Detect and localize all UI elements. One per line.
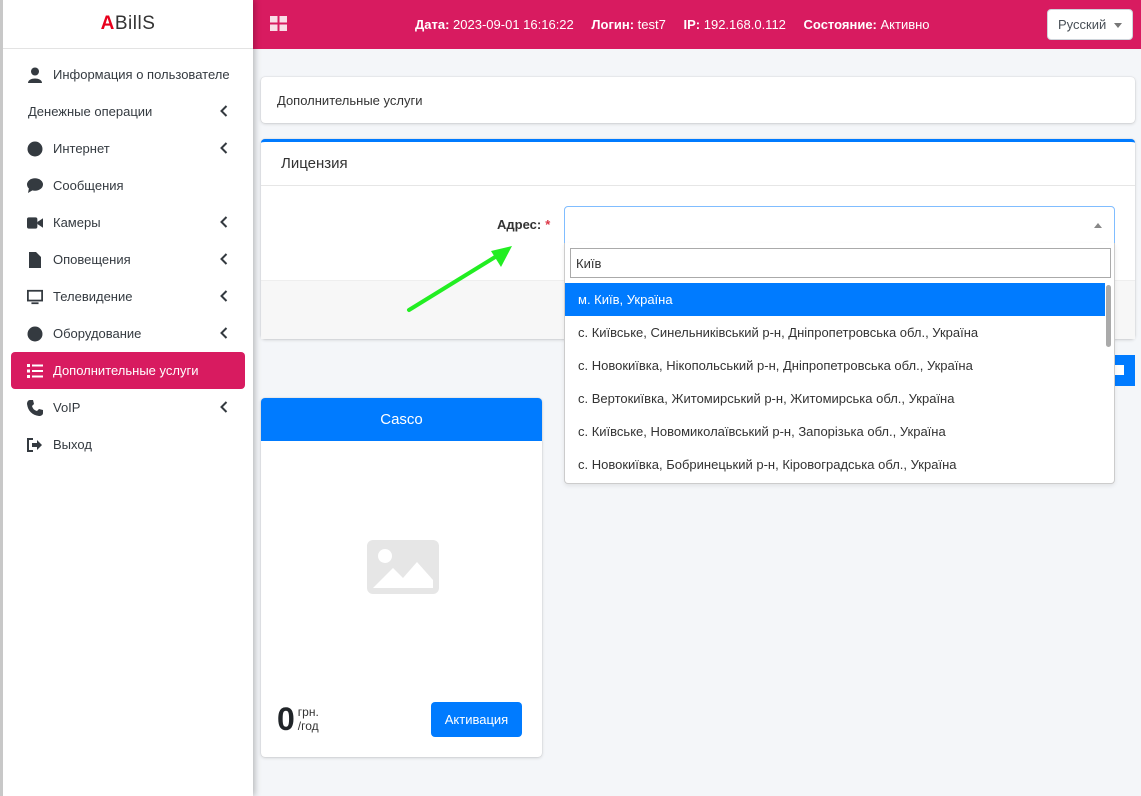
sidebar-item-label: Оповещения: [53, 252, 131, 267]
price-unit: грн. /год: [298, 705, 319, 733]
sidebar-item-label: Выход: [53, 437, 92, 452]
session-info: Дата: 2023-09-01 16:16:22 Логин: test7 I…: [415, 17, 944, 32]
address-dropdown: м. Київ, Україна с. Київське, Синельникі…: [564, 243, 1115, 484]
address-search-input[interactable]: [570, 248, 1111, 278]
sidebar-item-label: Сообщения: [53, 178, 124, 193]
sidebar-item-logout[interactable]: Выход: [11, 426, 245, 463]
sidebar-item-label: Камеры: [53, 215, 101, 230]
sidebar-item-cameras[interactable]: Камеры: [11, 204, 245, 241]
tv-icon: [27, 289, 43, 305]
sidebar-item-user-info[interactable]: Информация о пользователе: [11, 56, 245, 93]
address-select[interactable]: [564, 206, 1115, 244]
sidebar-item-label: Интернет: [53, 141, 110, 156]
login-label: Логин:: [591, 17, 635, 32]
language-select[interactable]: Русский: [1047, 9, 1133, 40]
sidebar-item-voip[interactable]: VoIP: [11, 389, 245, 426]
brand-logo-letter: A: [100, 13, 115, 34]
chevron-left-icon: [217, 141, 231, 155]
breadcrumb-text: Дополнительные услуги: [277, 92, 423, 108]
address-options-list: м. Київ, Україна с. Київське, Синельникі…: [565, 283, 1105, 481]
phone-icon: [27, 399, 43, 416]
sign-out-icon: [27, 437, 43, 453]
file-icon: [27, 251, 43, 268]
chevron-left-icon: [217, 326, 231, 340]
price-period: /год: [297, 719, 319, 733]
address-option[interactable]: с. Київське, Синельниківський р-н, Дніпр…: [565, 316, 1105, 349]
product-title: Casco: [261, 398, 542, 441]
chevron-left-icon: [217, 252, 231, 266]
chevron-left-icon: [217, 289, 231, 303]
product-card: Casco 0 грн. /год Активация: [261, 398, 542, 757]
chevron-left-icon: [217, 400, 231, 414]
address-label: Адрес: *: [497, 217, 550, 232]
state-label: Состояние:: [803, 17, 877, 32]
caret-down-icon: [1114, 23, 1122, 28]
sidebar: A BillS Информация о пользователе Денежны…: [0, 0, 253, 796]
circle-icon: [27, 326, 43, 342]
dropdown-scrollbar[interactable]: [1106, 285, 1111, 347]
comment-icon: [27, 178, 43, 194]
product-name: Casco: [380, 411, 423, 428]
annotation-arrow-icon: [407, 246, 512, 312]
required-mark: *: [545, 217, 551, 232]
language-value: Русский: [1058, 17, 1107, 32]
price-currency: грн.: [297, 705, 319, 719]
video-icon: [27, 215, 43, 231]
sidebar-item-label: VoIP: [53, 400, 81, 415]
chevron-left-icon: [217, 215, 231, 229]
sidebar-item-label: Оборудование: [53, 326, 142, 341]
top-navbar: Дата: 2023-09-01 16:16:22 Логин: test7 I…: [253, 0, 1141, 49]
sidebar-item-messages[interactable]: Сообщения: [11, 167, 245, 204]
sidebar-item-label: Телевидение: [53, 289, 133, 304]
list-icon: [27, 363, 43, 379]
sidebar-item-notifications[interactable]: Оповещения: [11, 241, 245, 278]
grid-icon[interactable]: [270, 16, 287, 31]
address-option[interactable]: с. Новокиївка, Бобринецький р-н, Кіровог…: [565, 448, 1105, 481]
sidebar-item-internet[interactable]: Интернет: [11, 130, 245, 167]
sidebar-item-additional-services[interactable]: Дополнительные услуги: [11, 352, 245, 389]
ip-value: 192.168.0.112: [703, 17, 786, 32]
sidebar-nav: Информация о пользователе Денежные опера…: [3, 49, 253, 463]
brand-logo-text: BillS: [114, 13, 156, 34]
card-title-text: Лицензия: [281, 155, 348, 172]
sidebar-item-label: Дополнительные услуги: [53, 363, 199, 378]
caret-up-icon: [1094, 223, 1102, 228]
activate-button[interactable]: Активация: [431, 702, 522, 737]
square-icon: [1114, 365, 1124, 375]
globe-icon: [27, 141, 43, 157]
brand-logo[interactable]: A BillS: [3, 0, 253, 49]
address-option[interactable]: с. Новокиївка, Нікопольський р-н, Дніпро…: [565, 349, 1105, 382]
address-label-text: Адрес:: [497, 217, 542, 232]
image-placeholder-icon: [367, 540, 439, 594]
sidebar-item-money[interactable]: Денежные операции: [11, 93, 245, 130]
chevron-left-icon: [217, 104, 231, 118]
address-option[interactable]: с. Київське, Новомиколаївський р-н, Запо…: [565, 415, 1105, 448]
login-value: test7: [637, 17, 666, 32]
ip-label: IP:: [683, 17, 701, 32]
user-icon: [27, 67, 43, 83]
address-option[interactable]: с. Вертокиївка, Житомирський р-н, Житоми…: [565, 382, 1105, 415]
sidebar-item-tv[interactable]: Телевидение: [11, 278, 245, 315]
breadcrumb: Дополнительные услуги: [261, 77, 1135, 123]
product-price: 0 грн. /год: [277, 703, 319, 735]
date-value: 2023-09-01 16:16:22: [453, 17, 574, 32]
sidebar-item-label: Денежные операции: [28, 104, 153, 119]
sidebar-item-label: Информация о пользователе: [53, 67, 230, 82]
address-option[interactable]: м. Київ, Україна: [565, 283, 1105, 316]
sidebar-item-equipment[interactable]: Оборудование: [11, 315, 245, 352]
license-card-title: Лицензия: [261, 142, 1135, 186]
date-label: Дата:: [415, 17, 450, 32]
state-value: Активно: [880, 17, 930, 32]
price-value: 0: [277, 701, 295, 737]
